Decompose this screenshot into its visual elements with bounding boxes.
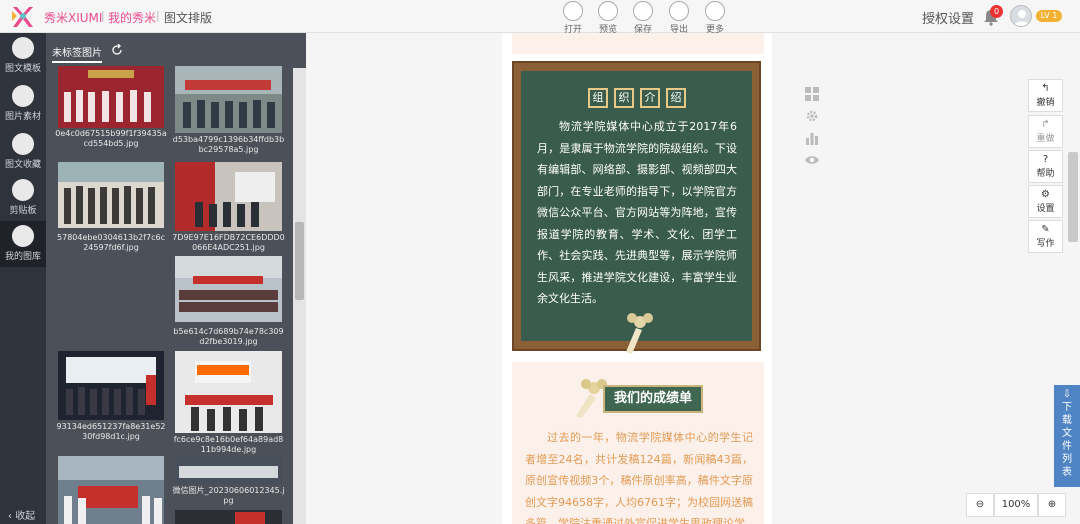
write-button[interactable]: ✎ 写作 (1028, 220, 1063, 253)
write-icon: ✎ (1041, 224, 1050, 235)
gallery-thumbnail (175, 351, 282, 433)
toolbar-more-button[interactable]: 更多 (700, 1, 730, 35)
clipboard-icon (12, 179, 34, 201)
nav-item-favorites[interactable]: 图文收藏 (0, 129, 46, 175)
org-title: 组 织 介 绍 (588, 88, 688, 110)
bar-chart-icon[interactable] (805, 131, 819, 145)
notification-badge: 0 (990, 5, 1003, 18)
toolbar-save-button[interactable]: 保存 (628, 1, 658, 35)
xiumi-logo-icon[interactable] (10, 5, 36, 29)
refresh-icon[interactable] (111, 44, 123, 56)
collapse-button[interactable]: ‹ 收起 (8, 507, 35, 522)
gallery-thumbnail (58, 162, 164, 228)
gallery-thumbnail (175, 256, 282, 322)
save-icon (633, 1, 653, 21)
breadcrumb-layout: 图文排版 (164, 11, 213, 25)
grid-icon[interactable] (805, 87, 819, 101)
gallery-scrollbar-thumb[interactable] (295, 222, 304, 300)
gallery-thumbnail (175, 510, 282, 524)
nav-item-images[interactable]: 图片素材 (0, 81, 46, 127)
avatar[interactable] (1010, 5, 1032, 27)
download-icon: ⇩ (1062, 389, 1072, 400)
auth-settings-link[interactable]: 授权设置 (922, 8, 974, 27)
article-section-top (512, 33, 764, 54)
user-icon (1014, 10, 1030, 26)
download-label: 下载文件列表 (1062, 402, 1072, 478)
top-bar: 秀米XIUMI | 我的秀米 | 图文排版 打开 预览 保存 导出 更多 授权设… (0, 0, 1080, 35)
breadcrumb-separator: | (101, 9, 105, 22)
eye-icon[interactable] (805, 153, 819, 167)
help-icon: ? (1042, 154, 1049, 165)
gallery-thumbnail (58, 456, 164, 524)
zoom-level: 100% (994, 493, 1038, 517)
nav-item-clipboard[interactable]: 剪贴板 (0, 175, 46, 221)
toolbar-open-button[interactable]: 打开 (558, 1, 588, 35)
folder-icon (563, 1, 583, 21)
template-icon (12, 37, 34, 59)
favorite-icon (12, 133, 34, 155)
breadcrumb-separator: | (156, 9, 160, 22)
gallery-icon (12, 225, 34, 247)
achievement-text[interactable]: 过去的一年，物流学院媒体中心的学生记者增至24名，共计发稿124篇，新闻稿43篇… (525, 427, 753, 524)
zoom-in-button[interactable]: ⊕ (1038, 493, 1066, 517)
zoom-in-icon: ⊕ (1047, 499, 1057, 510)
tab-untagged-images[interactable]: 未标签图片 (52, 44, 102, 63)
zoom-out-button[interactable]: ⊖ (966, 493, 994, 517)
export-icon (669, 1, 689, 21)
nav-item-templates[interactable]: 图文模板 (0, 33, 46, 79)
settings-gear-icon[interactable] (805, 109, 819, 123)
download-file-list-button[interactable]: ⇩ 下载文件列表 (1054, 385, 1080, 487)
breadcrumb-my-xiumi[interactable]: 我的秀米 (108, 9, 156, 26)
settings-button[interactable]: ⚙ 设置 (1028, 185, 1063, 218)
gallery-thumbnail (175, 66, 282, 133)
undo-button[interactable]: ↰ 撤销 (1028, 79, 1063, 112)
canvas-scrollbar-thumb[interactable] (1068, 152, 1078, 242)
gallery-thumbnail (175, 456, 282, 484)
toolbar-export-button[interactable]: 导出 (664, 1, 694, 35)
org-intro-text[interactable]: 物流学院媒体中心成立于2017年6月，是隶属于物流学院的院级组织。下设有编辑部、… (537, 116, 737, 310)
redo-button[interactable]: ↱ 重做 (1028, 115, 1063, 148)
gallery-thumbnail (58, 351, 164, 420)
settings-icon: ⚙ (1041, 189, 1050, 200)
chalk-flower-icon (626, 313, 653, 354)
zoom-out-icon: ⊖ (975, 499, 985, 510)
image-icon (12, 85, 34, 107)
nav-item-my-gallery[interactable]: 我的图库 (0, 221, 46, 267)
more-icon (705, 1, 725, 21)
help-button[interactable]: ? 帮助 (1028, 150, 1063, 183)
preview-icon (598, 1, 618, 21)
brand-name[interactable]: 秀米XIUMI (44, 9, 102, 26)
left-nav: 图文模板 图片素材 图文收藏 剪贴板 我的图库 (0, 33, 46, 524)
undo-icon: ↰ (1041, 83, 1050, 94)
achievement-title: 我们的成绩单 (603, 385, 703, 413)
gallery-thumbnail (58, 66, 164, 128)
level-badge: LV 1 (1036, 10, 1062, 22)
toolbar-preview-button[interactable]: 预览 (593, 1, 623, 35)
gallery-thumbnail (175, 162, 282, 231)
redo-icon: ↱ (1041, 119, 1050, 130)
